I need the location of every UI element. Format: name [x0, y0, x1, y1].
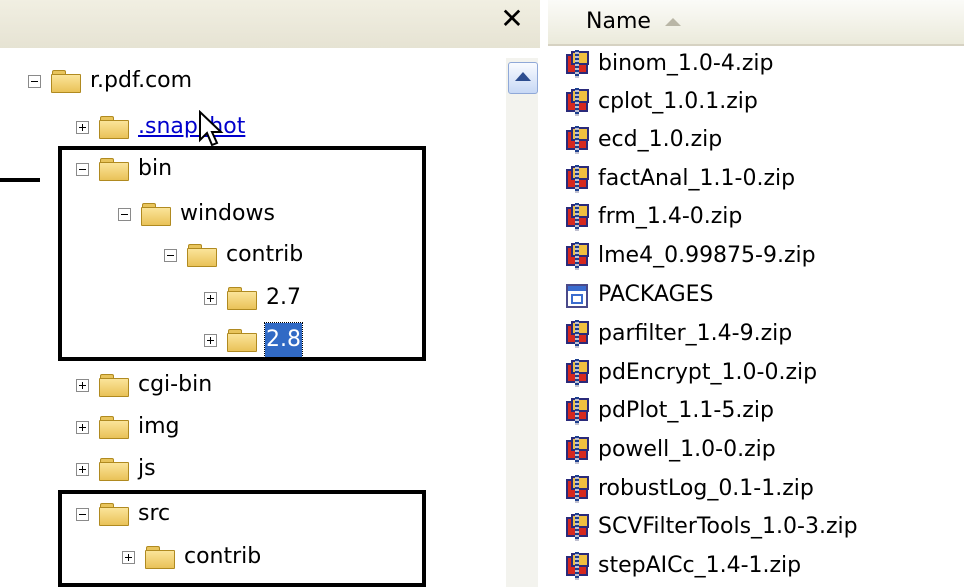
expand-icon[interactable] — [76, 378, 89, 392]
column-header-label: Name — [586, 9, 651, 34]
file-row[interactable]: parfilter_1.4-9.zip — [562, 316, 792, 351]
tree-node-label[interactable]: .snapshot — [137, 110, 246, 144]
file-name: robustLog_0.1-1.zip — [598, 476, 814, 501]
file-name: PACKAGES — [598, 282, 714, 307]
file-row[interactable]: frm_1.4-0.zip — [562, 199, 742, 234]
close-pane-button[interactable]: ✕ — [498, 2, 526, 36]
tree-node-cgi-bin[interactable]: cgi-bin — [76, 368, 213, 402]
file-row[interactable]: binom_1.0-4.zip — [562, 46, 773, 81]
pointer-line — [0, 178, 40, 182]
list-header: Name — [548, 0, 964, 46]
file-row[interactable]: cplot_1.0.1.zip — [562, 84, 758, 119]
tree-scrollbar[interactable] — [506, 58, 538, 587]
expand-icon[interactable] — [76, 120, 89, 134]
tree-pane-header: ✕ — [0, 0, 540, 48]
file-row[interactable]: ecd_1.0.zip — [562, 122, 722, 157]
document-icon — [562, 281, 592, 309]
file-row[interactable]: factAnal_1.1-0.zip — [562, 161, 795, 196]
column-header-name[interactable]: Name — [586, 4, 681, 40]
zip-archive-icon — [562, 512, 592, 541]
folder-tree-pane: ✕ r.pdf.com .snapshot bin windows contri… — [0, 0, 540, 587]
tree-node-label: cgi-bin — [138, 372, 213, 397]
file-name: stepAICc_1.4-1.zip — [598, 553, 802, 578]
file-row[interactable]: lme4_0.99875-9.zip — [562, 238, 816, 273]
sort-ascending-icon — [664, 18, 681, 26]
zip-archive-icon — [562, 435, 592, 464]
file-name: pdPlot_1.1-5.zip — [598, 398, 774, 423]
file-row[interactable]: powell_1.0-0.zip — [562, 432, 776, 467]
file-row[interactable]: pdEncrypt_1.0-0.zip — [562, 355, 817, 390]
file-name: parfilter_1.4-9.zip — [598, 321, 793, 346]
tree-node-img[interactable]: img — [76, 410, 181, 444]
zip-archive-icon — [562, 319, 592, 348]
highlight-frame-bin — [58, 146, 426, 361]
collapse-icon[interactable] — [28, 74, 41, 88]
folder-icon — [51, 70, 81, 93]
tree-node-label: img — [138, 414, 180, 439]
file-name: powell_1.0-0.zip — [598, 437, 776, 462]
file-name: factAnal_1.1-0.zip — [598, 166, 796, 191]
file-name: ecd_1.0.zip — [598, 127, 723, 152]
file-row[interactable]: SCVFilterTools_1.0-3.zip — [562, 509, 858, 544]
folder-icon — [99, 416, 129, 439]
file-name: binom_1.0-4.zip — [598, 51, 774, 76]
zip-archive-icon — [562, 241, 592, 270]
zip-archive-icon — [562, 202, 592, 231]
file-row[interactable]: pdPlot_1.1-5.zip — [562, 393, 774, 428]
file-row[interactable]: stepAICc_1.4-1.zip — [562, 548, 801, 583]
zip-archive-icon — [562, 125, 592, 154]
folder-icon — [99, 374, 129, 397]
highlight-frame-src — [58, 490, 426, 587]
folder-icon — [99, 116, 129, 139]
tree-node-js[interactable]: js — [76, 452, 157, 486]
zip-archive-icon — [562, 551, 592, 580]
tree-node-label: r.pdf.com — [90, 68, 193, 93]
zip-archive-icon — [562, 49, 592, 78]
tree-node-label: js — [138, 456, 156, 481]
tree-node-r-pdf-com[interactable]: r.pdf.com — [28, 64, 193, 98]
file-row[interactable]: robustLog_0.1-1.zip — [562, 471, 814, 506]
mouse-cursor-icon — [199, 110, 224, 147]
folder-icon — [99, 458, 129, 481]
zip-archive-icon — [562, 396, 592, 425]
zip-archive-icon — [562, 358, 592, 387]
file-list-pane: Name binom_1.0-4.zip cplot_1.0.1.zip ecd… — [548, 0, 964, 587]
zip-archive-icon — [562, 87, 592, 116]
file-name: pdEncrypt_1.0-0.zip — [598, 360, 818, 385]
file-row[interactable]: PACKAGES — [562, 277, 714, 312]
file-name: frm_1.4-0.zip — [598, 204, 743, 229]
expand-icon[interactable] — [76, 462, 89, 476]
scroll-up-arrow-icon[interactable] — [508, 62, 538, 94]
file-name: lme4_0.99875-9.zip — [598, 243, 816, 268]
zip-archive-icon — [562, 474, 592, 503]
file-name: cplot_1.0.1.zip — [598, 89, 758, 114]
file-name: SCVFilterTools_1.0-3.zip — [598, 514, 858, 539]
zip-archive-icon — [562, 164, 592, 193]
expand-icon[interactable] — [76, 420, 89, 434]
